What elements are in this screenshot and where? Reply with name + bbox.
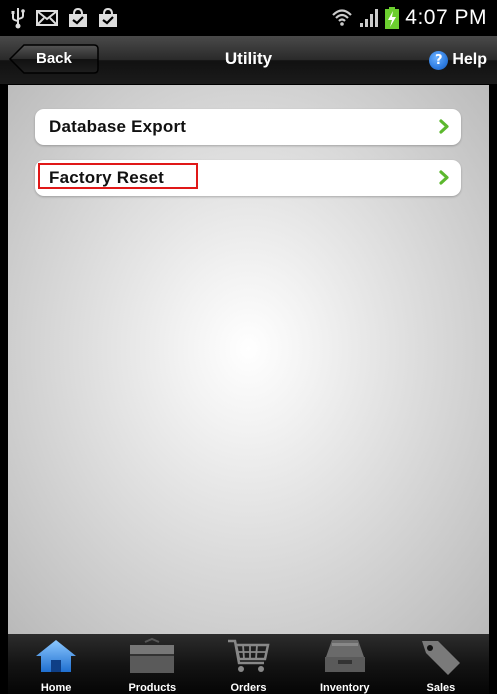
navigation-bar: Back Utility ? Help [0, 36, 497, 85]
shopping-bag-icon [98, 8, 118, 28]
utility-content: Database Export Factory Reset [8, 85, 489, 635]
tab-home[interactable]: Home [8, 634, 104, 694]
home-icon [36, 640, 77, 672]
shopping-bag-icon [68, 8, 88, 28]
tab-label: Sales [426, 682, 456, 694]
tab-label: Orders [230, 682, 267, 694]
status-icons-left [10, 6, 118, 30]
tab-bar: Home Products Orders Inventory Sales [8, 634, 489, 694]
tab-products[interactable]: Products [104, 634, 200, 694]
help-icon: ? [429, 50, 449, 70]
wifi-icon [331, 7, 353, 29]
file-tray-icon [324, 640, 365, 672]
box-icon [130, 637, 175, 673]
tab-label: Inventory [319, 682, 370, 694]
status-clock: 4:07 PM [405, 6, 487, 29]
mail-icon [36, 10, 58, 26]
menu-item-label: Database Export [49, 117, 187, 136]
menu-item-database-export[interactable]: Database Export [35, 109, 461, 145]
tab-orders[interactable]: Orders [200, 634, 296, 694]
menu-item-label: Factory Reset [49, 168, 165, 187]
tab-inventory[interactable]: Inventory [297, 634, 393, 694]
help-button[interactable]: ? Help [429, 48, 487, 72]
tab-label: Products [128, 682, 177, 694]
status-bar: 4:07 PM [0, 0, 497, 36]
chevron-right-icon [439, 119, 449, 134]
signal-icon [359, 8, 379, 28]
battery-charging-icon [385, 7, 400, 29]
page-title: Utility [224, 49, 273, 68]
tab-sales[interactable]: Sales [393, 634, 489, 694]
help-button-label: Help [452, 51, 487, 68]
shopping-cart-icon [227, 639, 270, 672]
price-tag-icon [421, 641, 460, 675]
status-icons-right: 4:07 PM [331, 5, 487, 31]
chevron-right-icon [439, 170, 449, 185]
tab-label: Home [40, 682, 72, 694]
app-screen: 4:07 PM Back Utility ? Help Database Exp… [0, 0, 497, 694]
menu-item-factory-reset[interactable]: Factory Reset [35, 160, 461, 196]
usb-icon [10, 7, 26, 29]
